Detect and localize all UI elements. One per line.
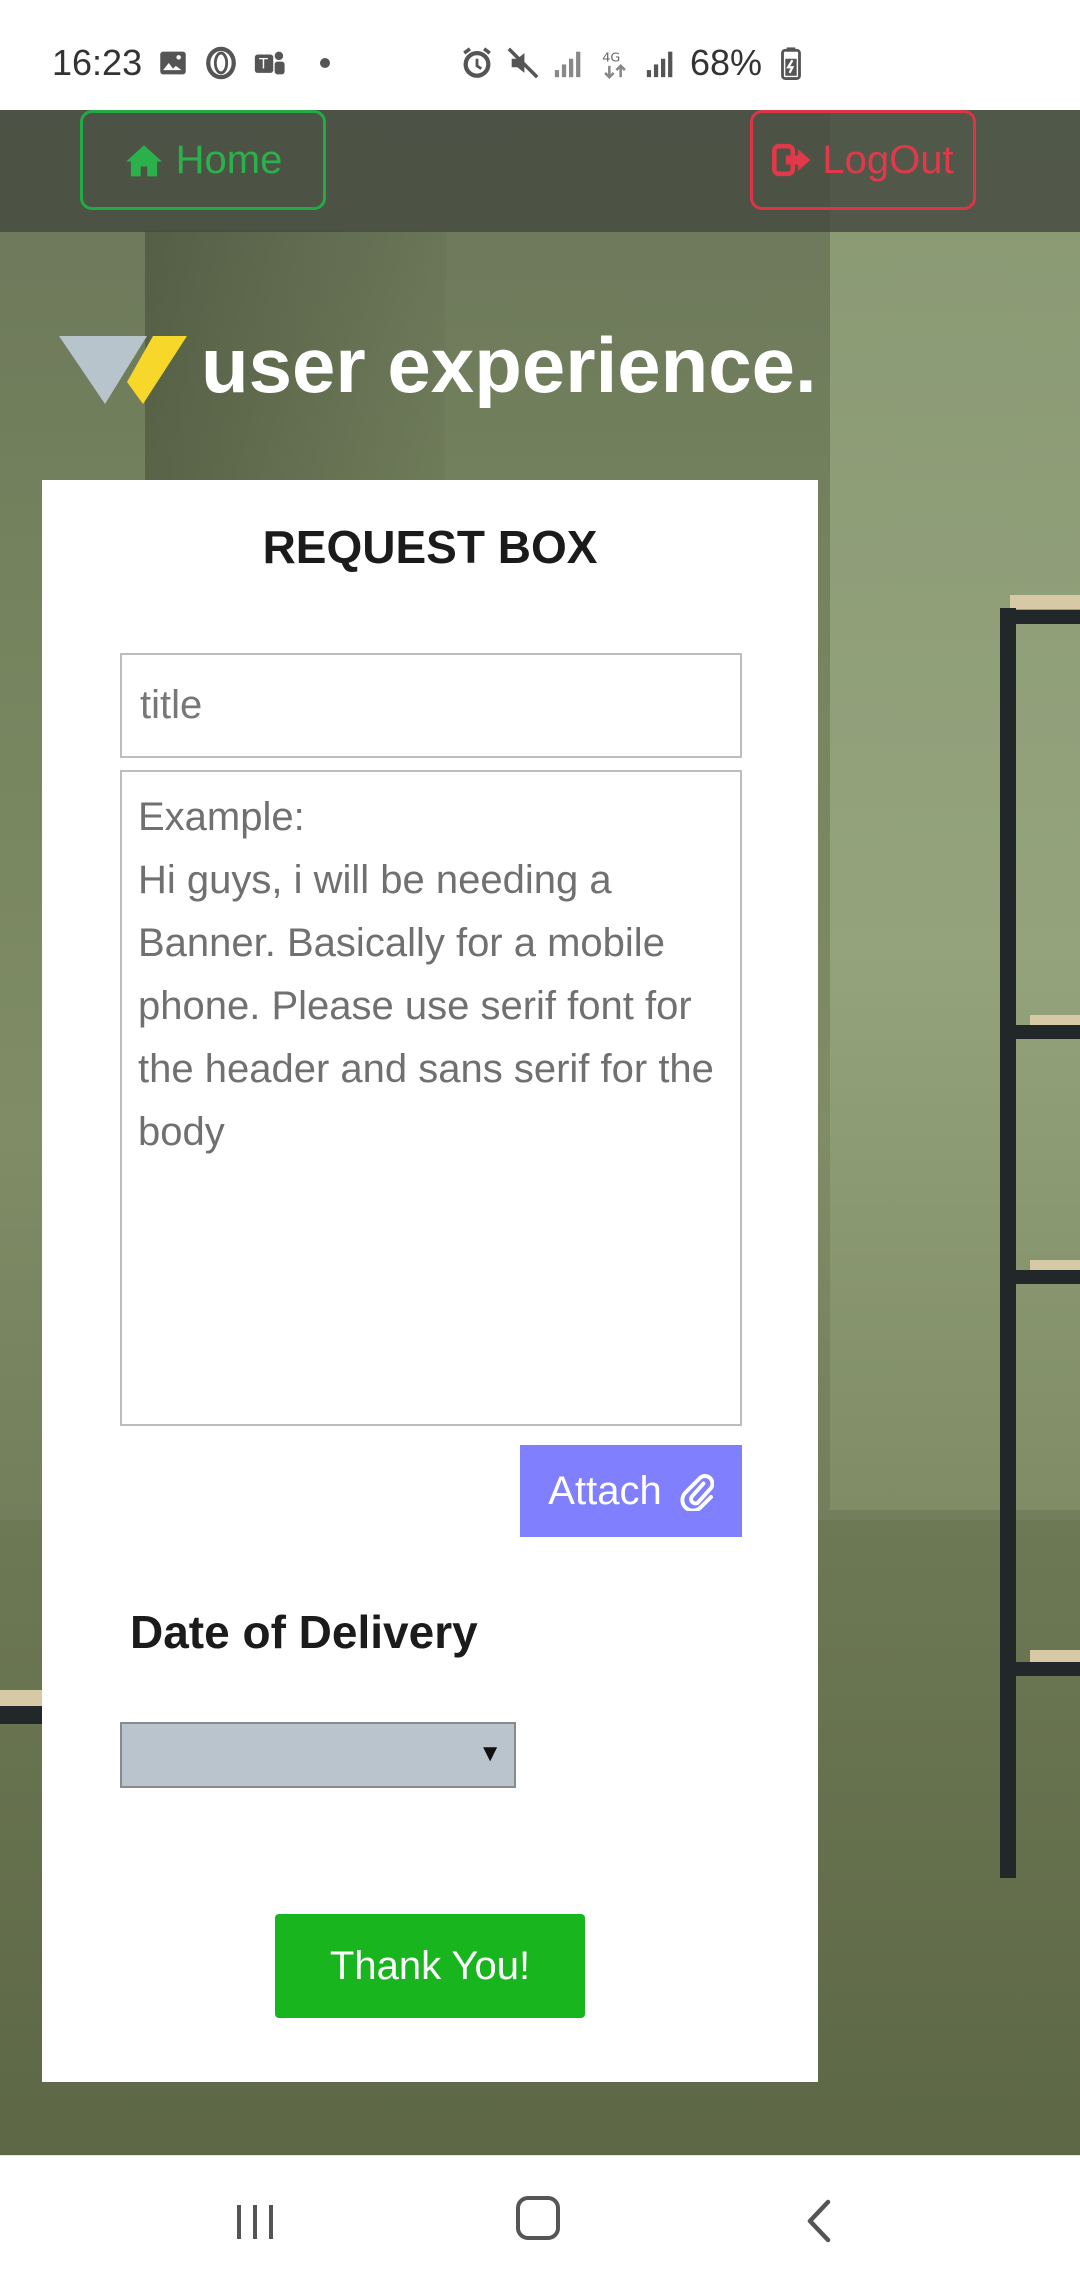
battery-percent: 68% <box>690 42 763 83</box>
logout-icon <box>772 143 811 177</box>
top-nav: Home LogOut <box>0 110 1080 232</box>
home-button[interactable]: Home <box>80 110 326 210</box>
shelf-bar <box>1016 1662 1080 1676</box>
delivery-date-label: Date of Delivery <box>130 1606 478 1658</box>
status-time: 16:23 <box>52 42 143 83</box>
shelf-board <box>1010 595 1080 609</box>
shelf-bar <box>1016 1270 1080 1284</box>
svg-text:T: T <box>258 57 268 73</box>
home-icon <box>125 145 162 177</box>
recent-apps-icon[interactable] <box>235 2201 279 2243</box>
signal-icon <box>554 51 581 78</box>
brand: user experience. <box>55 310 817 420</box>
network-4g-icon: 4G <box>602 51 626 79</box>
paperclip-icon <box>680 1474 714 1511</box>
battery-icon <box>781 47 801 80</box>
shelf-board <box>0 1690 42 1706</box>
dropdown-arrow-icon: ▼ <box>478 1740 502 1767</box>
brand-logo <box>59 336 187 404</box>
home-label: Home <box>175 137 283 182</box>
attach-button[interactable]: Attach <box>520 1445 742 1537</box>
delivery-date-select[interactable]: ▼ <box>120 1722 516 1788</box>
shelf-post <box>1000 608 1016 1878</box>
shelf-bar <box>0 1706 42 1724</box>
shelf-bar <box>1016 610 1080 624</box>
dot-icon <box>320 58 331 68</box>
back-icon[interactable] <box>800 2196 840 2246</box>
opera-icon <box>206 46 236 80</box>
submit-button[interactable]: Thank You! <box>275 1914 585 2018</box>
status-bar: 16:23 T 4G 68% <box>0 0 1080 110</box>
title-input[interactable]: title <box>120 653 742 758</box>
logout-button[interactable]: LogOut <box>750 110 976 210</box>
logout-label: LogOut <box>822 137 954 182</box>
status-left: 16:23 T <box>52 42 331 84</box>
signal-icon <box>646 51 673 78</box>
background-wall <box>830 110 1080 1510</box>
request-box-title: REQUEST BOX <box>262 521 598 573</box>
shelf-board <box>1030 1650 1080 1662</box>
alarm-icon <box>463 47 491 78</box>
home-nav-icon[interactable] <box>516 2196 560 2240</box>
system-nav-bar <box>0 2155 1080 2280</box>
description-textarea[interactable]: Example: Hi guys, i will be needing a Ba… <box>120 770 742 1426</box>
request-box: REQUEST BOX title Example: Hi guys, i wi… <box>42 480 818 2082</box>
shelf-bar <box>1016 1025 1080 1039</box>
mute-icon <box>507 47 539 79</box>
teams-icon: T <box>254 51 285 75</box>
status-right: 4G 68% <box>460 42 808 84</box>
gallery-icon <box>160 51 186 75</box>
network-label: 4G <box>602 51 620 66</box>
attach-label: Attach <box>548 1468 662 1513</box>
brand-text: user experience. <box>201 320 817 409</box>
